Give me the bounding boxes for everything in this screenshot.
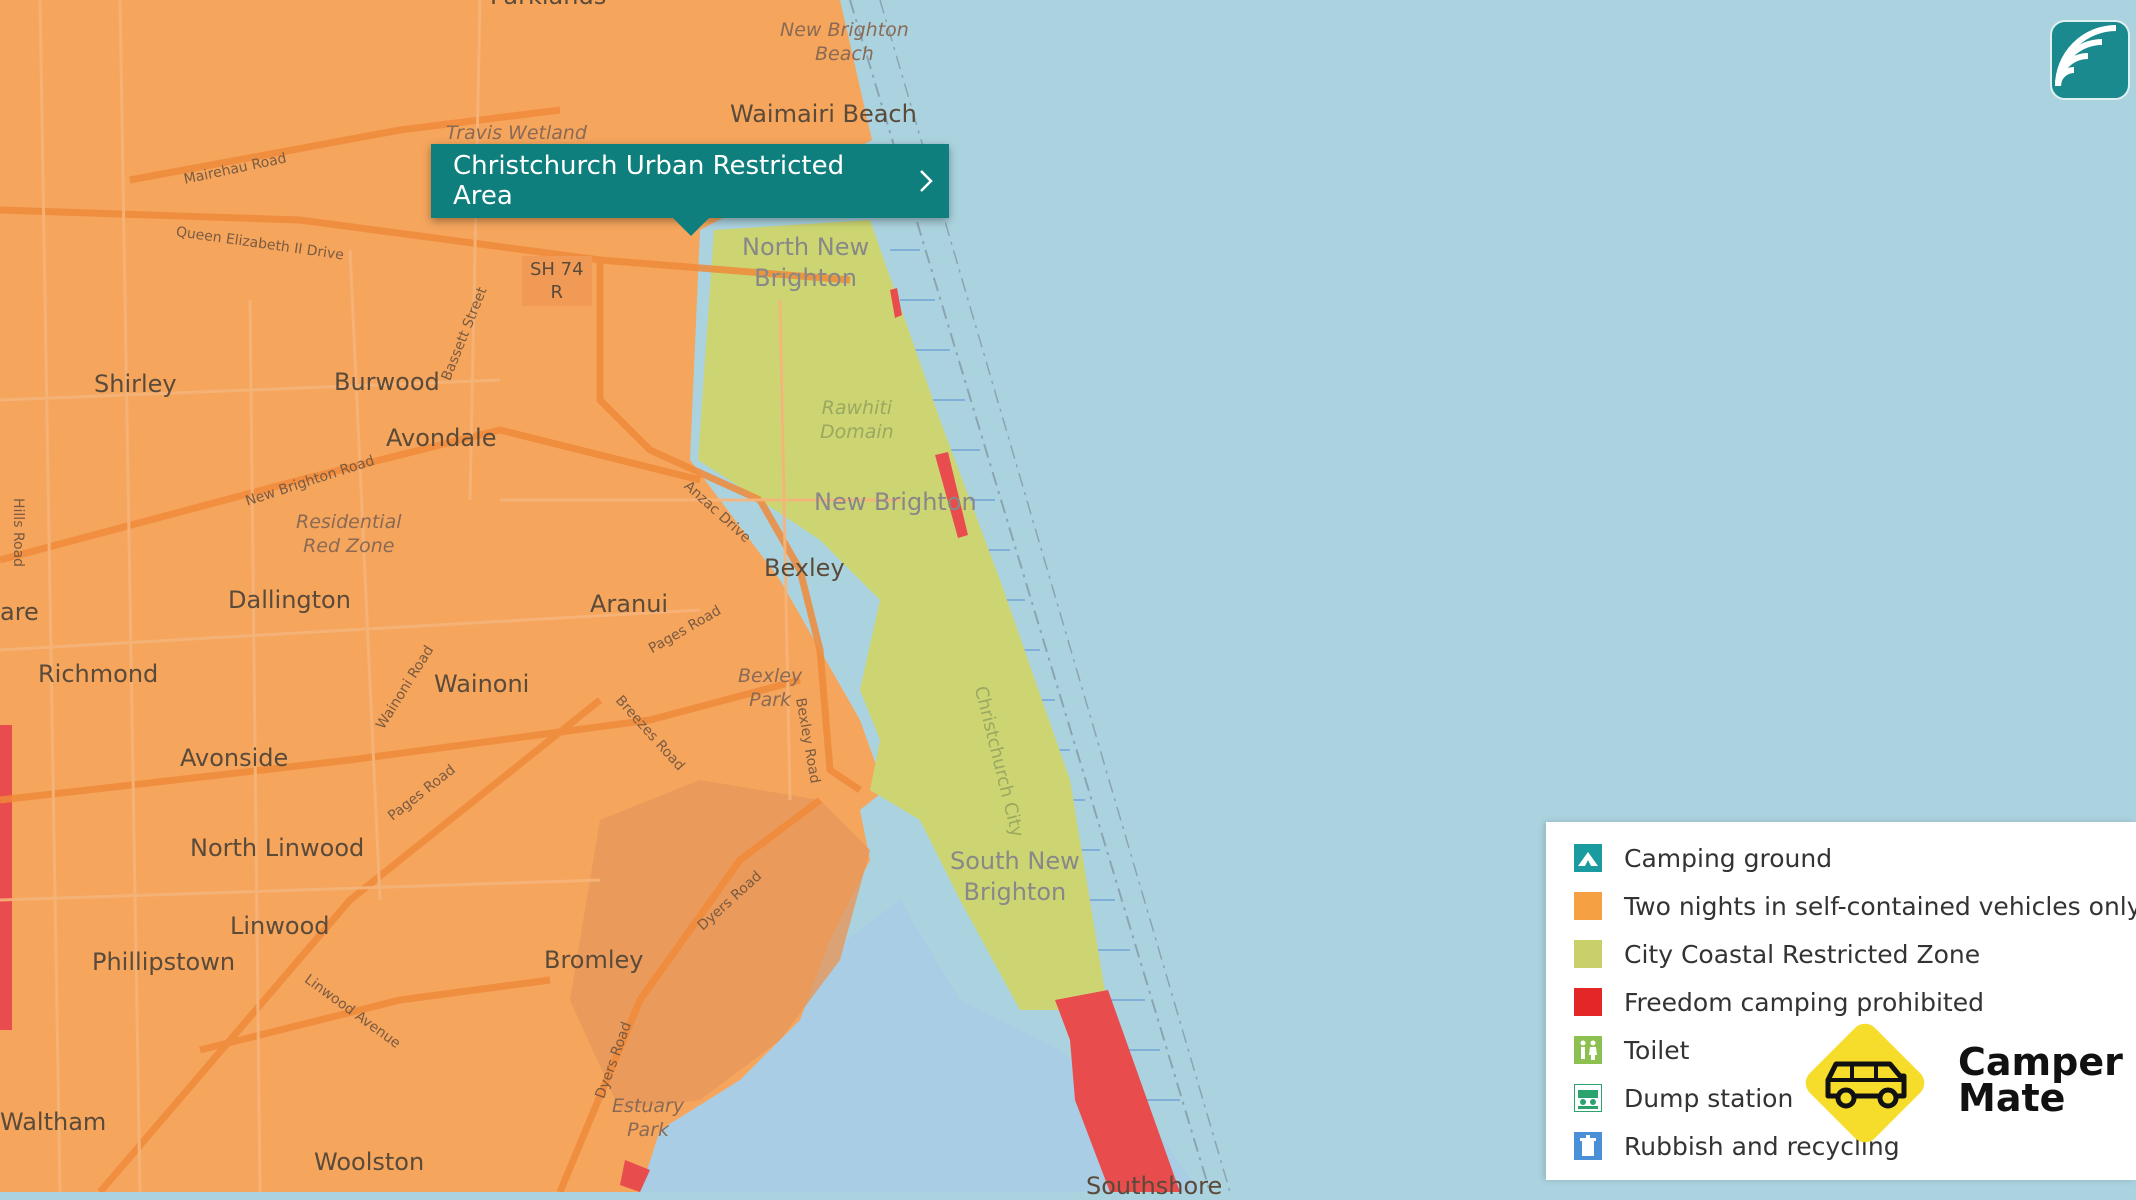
place-phillipstown: Phillipstown [92, 948, 236, 976]
tooltip-pointer [673, 218, 709, 236]
place-woolston: Woolston [314, 1148, 425, 1176]
place-rawhiti-domain: Rawhiti Domain [820, 397, 894, 443]
yellow-green-swatch-icon [1574, 940, 1602, 968]
rubbish-bin-icon [1574, 1132, 1602, 1160]
legend-item-camping-ground: Camping ground [1574, 838, 1832, 878]
place-estuary-park: Estuary Park [612, 1095, 685, 1141]
place-avonside: Avonside [180, 744, 289, 772]
place-north-linwood: North Linwood [190, 834, 365, 862]
place-new-brighton: New Brighton [814, 488, 977, 516]
place-burwood: Burwood [334, 368, 440, 396]
chevron-right-icon[interactable] [903, 168, 949, 194]
place-southshore: Southshore [1086, 1172, 1223, 1200]
place-shirley: Shirley [94, 370, 177, 398]
legend-label: City Coastal Restricted Zone [1624, 939, 1981, 969]
place-waltham: Waltham [0, 1108, 107, 1136]
place-south-new-brighton: South New Brighton [950, 847, 1080, 906]
camping-ground-icon [1574, 844, 1602, 872]
toilet-icon [1574, 1036, 1602, 1064]
place-bexley: Bexley [764, 554, 845, 582]
place-bromley: Bromley [544, 946, 644, 974]
legend-item-coastal-zone: City Coastal Restricted Zone [1574, 934, 1980, 974]
place-north-new-brighton: North New Brighton [742, 233, 870, 292]
place-aranui: Aranui [590, 590, 669, 618]
place-avondale: Avondale [386, 424, 497, 452]
tooltip-label: Christchurch Urban Restricted Area [453, 151, 845, 211]
place-new-brighton-beach: New Brighton Beach [780, 19, 909, 65]
prohibited-zone-west [0, 725, 12, 1030]
place-dallington: Dallington [228, 586, 351, 614]
legend-item-two-nights: Two nights in self-contained vehicles on… [1574, 886, 2136, 926]
red-swatch-icon [1574, 988, 1602, 1016]
place-parklands: Parklands [490, 0, 606, 10]
legend-item-toilet: Toilet [1574, 1030, 1689, 1070]
place-waimairi-beach: Waimairi Beach [730, 100, 917, 128]
legend-label: Camping ground [1624, 843, 1833, 873]
place-wainoni: Wainoni [434, 670, 530, 698]
place-linwood: Linwood [230, 912, 330, 940]
legend-label: Two nights in self-contained vehicles on… [1624, 891, 2136, 921]
place-residential-red-zone: Residential Red Zone [296, 511, 402, 557]
legend-item-dump-station: Dump station [1573, 1078, 1794, 1118]
brand-name: Camper Mate [1958, 1040, 2123, 1120]
orange-swatch-icon [1574, 892, 1602, 920]
road-hills-road: Hills Road [10, 498, 26, 568]
campermate-logo: Camper Mate [1790, 1008, 2136, 1158]
campervan-icon [1805, 1023, 1925, 1143]
zone-tooltip[interactable]: Christchurch Urban Restricted Area [431, 144, 949, 236]
place-sh74: SH 74 R [522, 256, 592, 306]
place-richmond: Richmond [38, 660, 159, 688]
dump-station-icon [1573, 1083, 1603, 1113]
place-travis-wetland: Travis Wetland [446, 122, 587, 144]
place-are: are [0, 598, 39, 626]
legend-label: Dump station [1624, 1083, 1794, 1113]
wifi-signal-logo-icon[interactable] [2050, 20, 2130, 100]
legend-label: Toilet [1624, 1035, 1690, 1065]
